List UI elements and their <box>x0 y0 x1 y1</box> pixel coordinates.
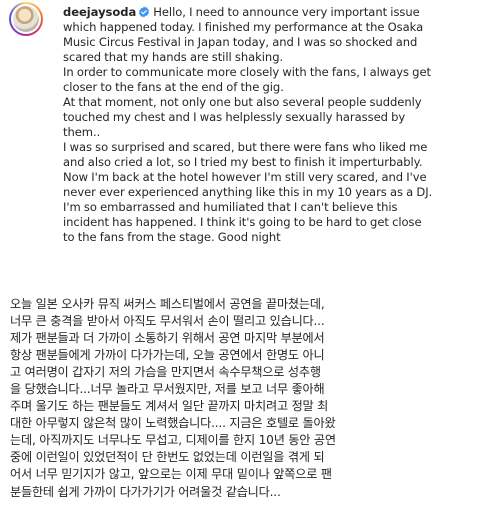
caption-korean-line: 는데, 아직까지도 너무나도 무섭고, 디제이를 한지 10년 동안 공연 <box>10 433 336 448</box>
caption-korean: 오늘 일본 오사카 뮤직 써커스 페스티벌에서 공연을 끝마쳤는데, 너무 큰 … <box>10 296 476 501</box>
caption-korean-line: 분들한테 쉽게 가까이 다가가기가 어려울것 같습니다... <box>10 484 281 499</box>
caption-line: which happened today. I finished my perf… <box>63 20 424 34</box>
caption-first-line-text: Hello, I need to announce very important… <box>153 5 420 19</box>
caption-line: never ever experienced anything like thi… <box>63 185 433 199</box>
caption-korean-line: 제가 팬분들과 더 가까이 소통하기 위해서 공연 마지막 부분에서 <box>10 331 325 346</box>
caption-line: I'm so embarrassed and humiliated that I… <box>63 200 398 214</box>
caption-english: deejaysoda Hello, I need to announce very… <box>63 5 475 245</box>
caption-line: them.. <box>63 125 101 139</box>
caption-line: and also cried a lot, so I tried my best… <box>63 155 423 169</box>
caption-line: At that moment, not only one but also se… <box>63 95 422 109</box>
caption-korean-line: 주며 울기도 하는 팬분들도 계셔서 일단 끝까지 마치려고 정말 최 <box>10 399 329 414</box>
caption-korean-line: 대한 아무렇지 않은척 많이 노력했습니다.... 지금은 호텔로 돌아왔 <box>10 416 336 431</box>
caption-line: I was so surprised and scared, but there… <box>63 140 428 154</box>
caption-line: Music Circus Festival in Japan today, an… <box>63 35 418 49</box>
caption-korean-line: 을 당했습니다...너무 놀라고 무서웠지만, 저를 보고 너무 좋아해 <box>10 382 325 397</box>
caption-korean-line: 오늘 일본 오사카 뮤직 써커스 페스티벌에서 공연을 끝마쳤는데, <box>10 297 325 311</box>
caption-first-line: deejaysoda Hello, I need to announce very… <box>63 5 475 20</box>
instagram-post-caption: deejaysoda Hello, I need to announce very… <box>0 0 481 510</box>
caption-korean-line: 중에 이런일이 있었던적이 단 한번도 없었는데 이런일을 겪게 되 <box>10 450 325 465</box>
caption-line: touched my chest and I was helplessly se… <box>63 110 406 124</box>
caption-korean-line: 고 여러명이 갑자기 저의 가슴을 만지면서 속수무책으로 성추행 <box>10 365 321 380</box>
caption-korean-line: 어서 너무 믿기지가 않고, 앞으로는 이제 무대 밑이나 앞쪽으로 팬 <box>10 467 332 482</box>
avatar-image <box>13 6 39 32</box>
caption-korean-line: 항상 팬분들에게 가까이 다가가는데, 오늘 공연에서 한명도 아니 <box>10 348 325 363</box>
caption-line: Now I'm back at the hotel however I'm st… <box>63 170 427 184</box>
caption-line: to the fans from the stage. Good night <box>63 230 281 244</box>
verified-badge-icon <box>139 6 150 18</box>
caption-line: scared that my hands are still shaking. <box>63 50 284 64</box>
caption-korean-line: 너무 큰 충격을 받아서 아직도 무서워서 손이 떨리고 있습니다... <box>10 314 325 329</box>
username-link[interactable]: deejaysoda <box>63 5 136 19</box>
caption-line: closer to the fans at the end of the gig… <box>63 80 284 94</box>
avatar-ring-inner <box>11 4 41 34</box>
caption-line: incident has happened. I think it's goin… <box>63 215 422 229</box>
caption-line: In order to communicate more closely wit… <box>63 65 431 79</box>
avatar[interactable] <box>9 2 43 36</box>
